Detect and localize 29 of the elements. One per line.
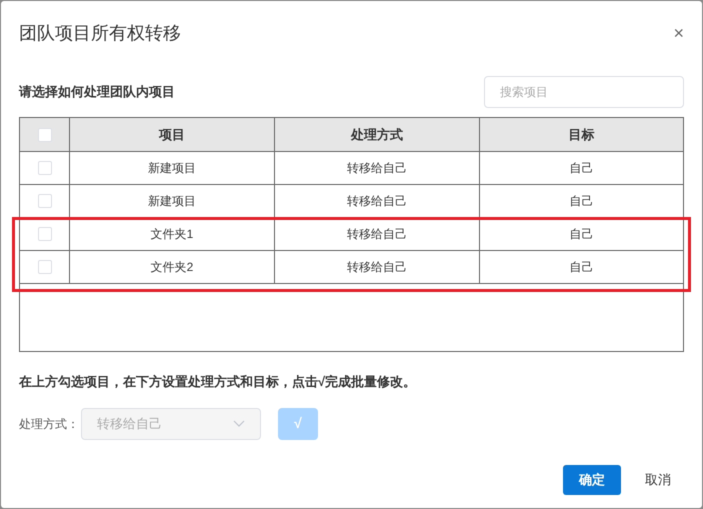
cancel-button[interactable]: 取消 [645, 470, 682, 490]
table-cell-text: 文件夹1 [150, 226, 194, 243]
checkbox[interactable] [38, 260, 52, 274]
table-cell-text: 转移给自己 [347, 193, 407, 210]
field-label: 处理方式： [19, 416, 79, 432]
checkbox[interactable] [38, 194, 52, 208]
checkbox[interactable] [38, 227, 52, 241]
table-cell-text: 自己 [570, 193, 594, 210]
column-header: 处理方式 [351, 126, 403, 144]
table-cell-text: 自己 [570, 259, 594, 276]
table-cell-text: 文件夹2 [150, 259, 194, 276]
table-cell-text: 新建项目 [148, 193, 196, 210]
ok-button[interactable]: 确定 [563, 465, 621, 495]
checkbox[interactable] [38, 128, 52, 142]
chevron-down-icon [233, 420, 245, 428]
table-cell-text: 转移给自己 [347, 160, 407, 177]
dialog-title: 团队项目所有权转移 [19, 22, 181, 44]
close-button[interactable]: × [673, 24, 684, 42]
table-cell-text: 新建项目 [148, 160, 196, 177]
section-label: 请选择如何处理团队内项目 [19, 83, 175, 102]
checkbox[interactable] [38, 161, 52, 175]
search-field[interactable]: 搜索项目 [484, 76, 684, 108]
column-header: 目标 [568, 126, 594, 144]
table-cell-text: 自己 [570, 226, 594, 243]
table-cell-text: 自己 [570, 160, 594, 177]
table-cell-text: 转移给自己 [347, 259, 407, 276]
table-cell-text: 转移给自己 [347, 226, 407, 243]
column-header: 项目 [159, 126, 185, 144]
hint-text: 在上方勾选项目，在下方设置处理方式和目标，点击√完成批量修改。 [19, 373, 418, 391]
